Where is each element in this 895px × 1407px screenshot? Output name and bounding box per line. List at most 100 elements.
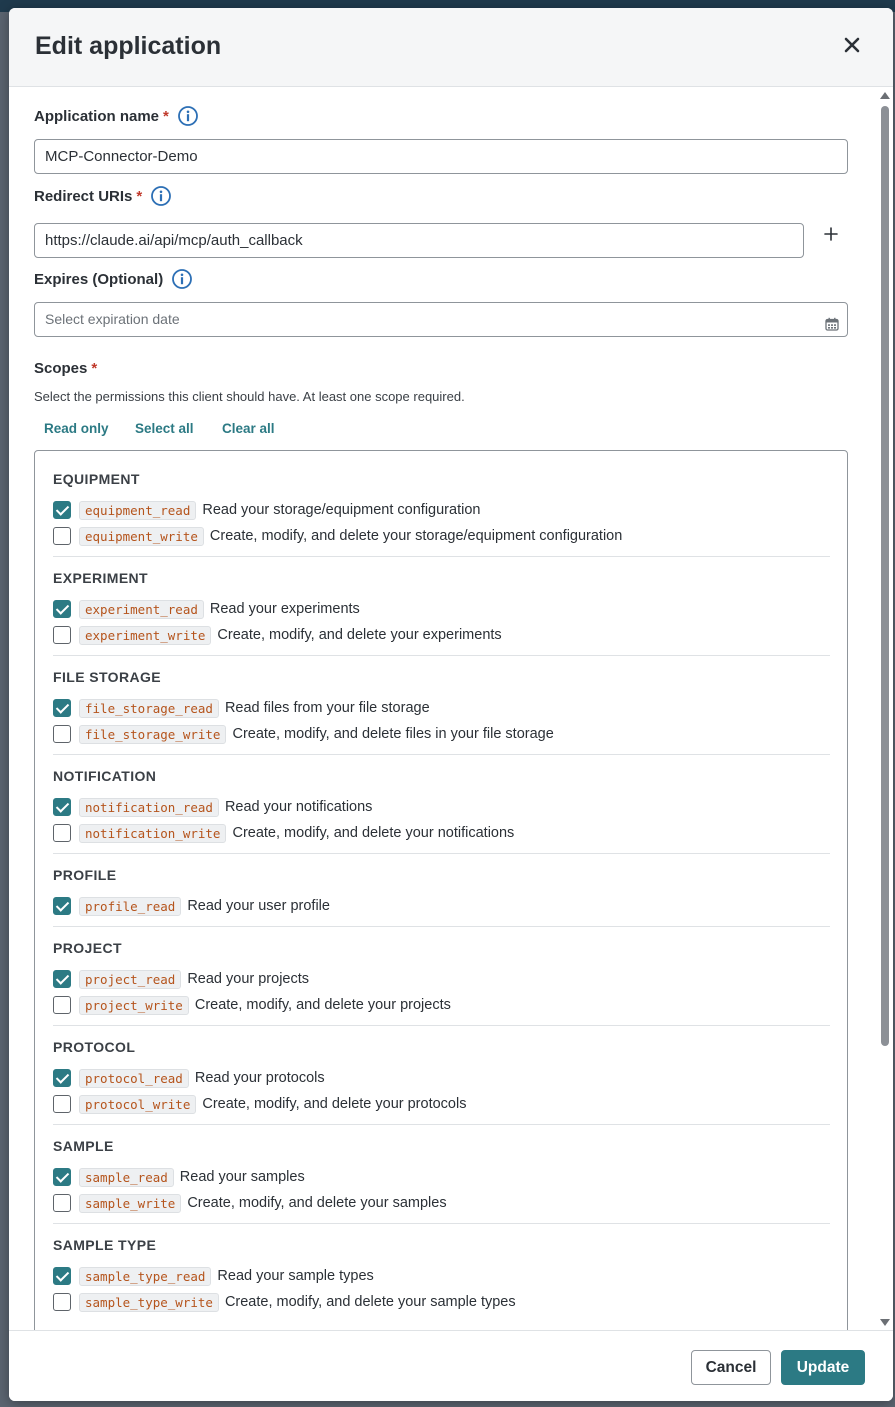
- scope-group-title: SAMPLE TYPE: [53, 1237, 157, 1253]
- scope-item[interactable]: equipment_read Read your storage/equipmen…: [53, 497, 830, 523]
- scope-group: NOTIFICATION notification_read Read your n…: [53, 766, 830, 846]
- redirect-uri-input[interactable]: https://claude.ai/api/mcp/auth_callback: [34, 223, 804, 258]
- scopes-label: Scopes *: [34, 360, 98, 377]
- info-icon[interactable]: [171, 268, 193, 290]
- required-marker: *: [136, 187, 143, 205]
- scope-item[interactable]: sample_type_write Create, modify, and del…: [53, 1289, 830, 1315]
- scope-group-divider: [53, 1025, 830, 1026]
- scope-description: Create, modify, and delete your projects: [194, 997, 451, 1013]
- scope-item[interactable]: experiment_write Create, modify, and dele…: [53, 622, 830, 648]
- scope-code: equipment_read: [79, 500, 197, 520]
- app-name-label: Application name *: [34, 105, 199, 127]
- scope-checkbox-sample_type_write[interactable]: [53, 1293, 71, 1311]
- scope-description: Read your experiments: [209, 601, 360, 617]
- scope-description: Create, modify, and delete files in your…: [232, 726, 554, 742]
- scope-description: Create, modify, and delete your protocol…: [202, 1096, 467, 1112]
- dialog-body[interactable]: Application name * MCP-Connector-Demo Re…: [9, 88, 879, 1330]
- scope-item[interactable]: sample_write Create, modify, and delete y…: [53, 1190, 830, 1216]
- scope-code: file_storage_read: [79, 698, 219, 718]
- scope-checkbox-experiment_read[interactable]: [53, 600, 71, 618]
- scope-item[interactable]: notification_write Create, modify, and de…: [53, 820, 830, 846]
- cancel-button[interactable]: Cancel: [691, 1350, 771, 1385]
- scope-group-title: PROFILE: [53, 867, 117, 883]
- scope-item[interactable]: notification_read Read your notifications: [53, 794, 830, 820]
- scope-group: EQUIPMENT equipment_read Read your storage…: [53, 469, 830, 549]
- scrollbar[interactable]: [877, 88, 893, 1330]
- scope-checkbox-notification_write[interactable]: [53, 824, 71, 842]
- scope-checkbox-file_storage_read[interactable]: [53, 699, 71, 717]
- scope-code: experiment_read: [79, 599, 204, 619]
- required-marker: *: [163, 107, 169, 125]
- scope-description: Create, modify, and delete your storage/…: [209, 528, 623, 544]
- scope-item[interactable]: project_read Read your projects: [53, 966, 830, 992]
- scope-description: Create, modify, and delete your notifica…: [232, 825, 515, 841]
- scope-checkbox-profile_read[interactable]: [53, 897, 71, 915]
- scope-checkbox-protocol_write[interactable]: [53, 1095, 71, 1113]
- scope-group: EXPERIMENT experiment_read Read your exper…: [53, 568, 830, 648]
- scope-description: Read your protocols: [194, 1070, 325, 1086]
- scope-item[interactable]: project_write Create, modify, and delete …: [53, 992, 830, 1018]
- scope-description: Read your samples: [179, 1169, 305, 1185]
- scope-item[interactable]: file_storage_read Read files from your fi…: [53, 695, 830, 721]
- scope-checkbox-protocol_read[interactable]: [53, 1069, 71, 1087]
- scope-checkbox-project_read[interactable]: [53, 970, 71, 988]
- scope-item[interactable]: sample_type_read Read your sample types: [53, 1263, 830, 1289]
- scope-code: project_read: [79, 969, 182, 989]
- scope-code: sample_type_read: [79, 1266, 212, 1286]
- scope-item[interactable]: experiment_read Read your experiments: [53, 596, 830, 622]
- scope-group: PROFILE profile_read Read your user profil…: [53, 865, 830, 919]
- scope-group-title: EXPERIMENT: [53, 570, 149, 586]
- scope-group-divider: [53, 1223, 830, 1224]
- scope-checkbox-sample_read[interactable]: [53, 1168, 71, 1186]
- scope-code: protocol_read: [79, 1068, 189, 1088]
- scope-code: experiment_write: [79, 625, 212, 645]
- scope-code: sample_read: [79, 1167, 174, 1187]
- expiration-date-input[interactable]: Select expiration date: [34, 302, 848, 337]
- scope-item[interactable]: profile_read Read your user profile: [53, 893, 830, 919]
- scroll-down-icon[interactable]: [880, 1319, 890, 1326]
- scope-group-divider: [53, 1124, 830, 1125]
- read-only-button[interactable]: Read only: [44, 421, 109, 436]
- scope-group-divider: [53, 655, 830, 656]
- scope-item[interactable]: file_storage_write Create, modify, and de…: [53, 721, 830, 747]
- scope-checkbox-sample_type_read[interactable]: [53, 1267, 71, 1285]
- scrollbar-thumb[interactable]: [881, 106, 889, 1046]
- scroll-up-icon[interactable]: [880, 92, 890, 99]
- close-button[interactable]: [839, 32, 865, 58]
- select-all-button[interactable]: Select all: [135, 421, 194, 436]
- scope-description: Create, modify, and delete your experime…: [217, 627, 502, 643]
- application-name-input[interactable]: MCP-Connector-Demo: [34, 139, 848, 174]
- info-icon[interactable]: [177, 105, 199, 127]
- scope-code: notification_read: [79, 797, 219, 817]
- clear-all-button[interactable]: Clear all: [222, 421, 275, 436]
- scope-item[interactable]: protocol_read Read your protocols: [53, 1065, 830, 1091]
- scope-checkbox-file_storage_write[interactable]: [53, 725, 71, 743]
- update-button[interactable]: Update: [781, 1350, 865, 1385]
- dialog-title: Edit application: [35, 32, 222, 60]
- scope-group-title: PROTOCOL: [53, 1039, 136, 1055]
- expiration-date-placeholder: Select expiration date: [45, 311, 180, 327]
- scope-item[interactable]: equipment_write Create, modify, and delet…: [53, 523, 830, 549]
- scope-group: SAMPLE sample_read Read your samples sample…: [53, 1136, 830, 1216]
- add-redirect-uri-button[interactable]: [821, 224, 841, 244]
- info-icon[interactable]: [150, 185, 172, 207]
- scope-item[interactable]: sample_read Read your samples: [53, 1164, 830, 1190]
- scope-checkbox-notification_read[interactable]: [53, 798, 71, 816]
- scope-group-divider: [53, 754, 830, 755]
- scope-group-title: PROJECT: [53, 940, 122, 956]
- scope-checkbox-project_write[interactable]: [53, 996, 71, 1014]
- dialog-header: Edit application: [9, 8, 893, 87]
- expires-label: Expires (Optional): [34, 268, 193, 290]
- close-icon: [844, 37, 860, 53]
- plus-icon: [824, 227, 838, 241]
- scope-group: FILE STORAGE file_storage_read Read files …: [53, 667, 830, 747]
- scope-checkbox-experiment_write[interactable]: [53, 626, 71, 644]
- scope-checkbox-equipment_read[interactable]: [53, 501, 71, 519]
- dialog-footer: Cancel Update: [9, 1330, 893, 1401]
- scope-group: SAMPLE TYPE sample_type_read Read your sam…: [53, 1235, 830, 1315]
- scope-description: Read files from your file storage: [224, 700, 430, 716]
- scope-checkbox-sample_write[interactable]: [53, 1194, 71, 1212]
- scope-item[interactable]: protocol_write Create, modify, and delete…: [53, 1091, 830, 1117]
- calendar-icon[interactable]: [825, 317, 839, 331]
- scope-checkbox-equipment_write[interactable]: [53, 527, 71, 545]
